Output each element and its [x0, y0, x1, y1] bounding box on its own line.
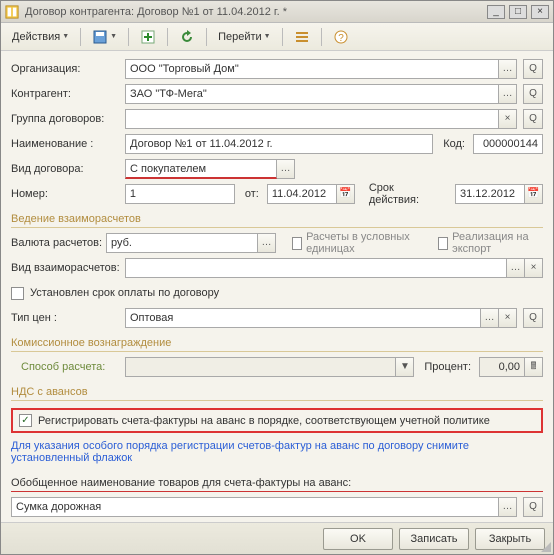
list-icon-button[interactable]	[289, 26, 315, 48]
settle-type-input[interactable]	[125, 258, 507, 278]
counterparty-label: Контрагент:	[11, 88, 121, 100]
price-type-help-button[interactable]: Q	[523, 308, 543, 328]
refresh-icon-button[interactable]	[174, 26, 200, 48]
vat-summary-help-button[interactable]: Q	[523, 497, 543, 517]
save-icon-button[interactable]: ▼	[87, 26, 122, 48]
group-input[interactable]	[125, 109, 499, 129]
organization-label: Организация:	[11, 63, 121, 75]
vat-summary-select-button[interactable]: …	[499, 497, 517, 517]
code-input[interactable]	[473, 134, 543, 154]
ok-button[interactable]: OK	[323, 528, 393, 550]
help-icon-button[interactable]: ?	[328, 26, 354, 48]
method-dropdown-button: ▼	[396, 357, 414, 377]
date-from-input[interactable]	[267, 184, 337, 204]
conditional-units-label: Расчеты в условных единицах	[306, 231, 425, 255]
currency-input[interactable]	[106, 233, 258, 253]
vat-heading: НДС с авансов	[11, 386, 543, 401]
counterparty-input[interactable]	[125, 84, 499, 104]
group-help-button[interactable]: Q	[523, 109, 543, 129]
price-type-clear-button[interactable]: ×	[499, 308, 517, 328]
number-input[interactable]	[125, 184, 235, 204]
vat-register-label: Регистрировать счета-фактуры на аванс в …	[38, 415, 490, 427]
currency-label: Валюта расчетов:	[11, 237, 102, 249]
method-label: Способ расчета:	[11, 361, 121, 373]
conditional-units-checkbox	[292, 237, 302, 250]
settle-type-label: Вид взаиморасчетов:	[11, 262, 121, 274]
settlements-heading: Ведение взаиморасчетов	[11, 213, 543, 228]
group-clear-button[interactable]: ×	[499, 109, 517, 129]
vat-register-box: ✓ Регистрировать счета-фактуры на аванс …	[11, 408, 543, 433]
svg-text:?: ?	[338, 33, 344, 44]
percent-input	[479, 357, 525, 377]
toolbar: Действия▼ ▼ Перейти▼ ?	[1, 23, 553, 51]
vat-summary-heading: Обобщенное наименование товаров для счет…	[11, 477, 543, 492]
add-icon-button[interactable]	[135, 26, 161, 48]
organization-select-button[interactable]: …	[499, 59, 517, 79]
contract-type-label: Вид договора:	[11, 163, 121, 175]
vat-hint: Для указания особого порядка регистрации…	[11, 440, 543, 464]
vat-summary-input[interactable]	[11, 497, 499, 517]
minimize-button[interactable]: _	[487, 5, 505, 19]
app-icon	[5, 5, 19, 19]
price-type-input[interactable]	[125, 308, 481, 328]
maximize-button[interactable]: □	[509, 5, 527, 19]
organization-help-button[interactable]: Q	[523, 59, 543, 79]
footer-bar: OK Записать Закрыть	[1, 522, 553, 554]
organization-input[interactable]	[125, 59, 499, 79]
export-checkbox	[438, 237, 448, 250]
counterparty-select-button[interactable]: …	[499, 84, 517, 104]
from-label: от:	[245, 188, 259, 200]
close-button[interactable]: ×	[531, 5, 549, 19]
settle-type-clear-button[interactable]: ×	[525, 258, 543, 278]
price-type-select-button[interactable]: …	[481, 308, 499, 328]
save-button[interactable]: Записать	[399, 528, 469, 550]
vat-register-checkbox[interactable]: ✓	[19, 414, 32, 427]
actions-menu[interactable]: Действия▼	[7, 28, 74, 46]
group-label: Группа договоров:	[11, 113, 121, 125]
date-from-picker[interactable]: 📅	[337, 184, 355, 204]
price-type-label: Тип цен :	[11, 312, 121, 324]
validity-label: Срок действия:	[369, 182, 447, 206]
contract-type-input[interactable]	[125, 159, 277, 179]
number-label: Номер:	[11, 188, 121, 200]
contract-type-select-button[interactable]: …	[277, 159, 295, 179]
currency-select-button[interactable]: …	[258, 233, 276, 253]
validity-input[interactable]	[455, 184, 525, 204]
commission-heading: Комиссионное вознаграждение	[11, 337, 543, 352]
window-title: Договор контрагента: Договор №1 от 11.04…	[25, 6, 487, 18]
payment-term-checkbox[interactable]	[11, 287, 24, 300]
name-input[interactable]	[125, 134, 433, 154]
payment-term-label: Установлен срок оплаты по договору	[30, 287, 219, 299]
method-input	[125, 357, 396, 377]
percent-label: Процент:	[424, 361, 471, 373]
close-footer-button[interactable]: Закрыть	[475, 528, 545, 550]
counterparty-help-button[interactable]: Q	[523, 84, 543, 104]
resize-handle[interactable]	[539, 540, 551, 552]
code-label: Код:	[443, 138, 465, 150]
percent-calc-button: 🖩	[525, 357, 543, 377]
export-label: Реализация на экспорт	[452, 231, 543, 255]
settle-type-select-button[interactable]: …	[507, 258, 525, 278]
validity-picker[interactable]: 📅	[525, 184, 543, 204]
title-bar: Договор контрагента: Договор №1 от 11.04…	[1, 1, 553, 23]
goto-menu[interactable]: Перейти▼	[213, 28, 276, 46]
name-label: Наименование :	[11, 138, 121, 150]
